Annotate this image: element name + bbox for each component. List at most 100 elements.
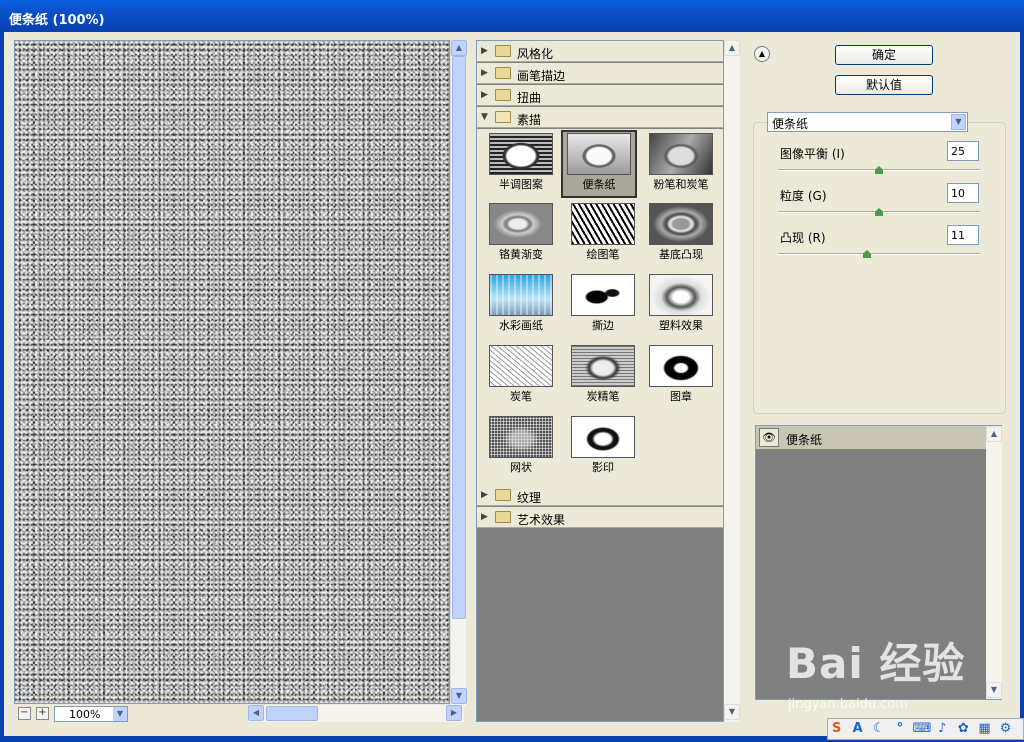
filter-select[interactable]: 便条纸 ▼ [767,112,968,132]
folder-artistic[interactable]: ▶ 艺术效果 [477,507,723,528]
halftone-pattern-thumb [489,133,553,175]
water-paper-thumb [489,274,553,316]
param-shortcut: (R) [807,231,826,245]
filter-thumb-label: 网状 [510,461,532,474]
folder-brush-strokes[interactable]: ▶ 画笔描边 [477,63,723,84]
scroll-thumb[interactable] [266,706,318,721]
zoom-in-button[interactable]: + [36,707,49,720]
image-balance-input[interactable]: 25 [947,141,979,161]
eye-icon[interactable]: 👁 [759,428,779,447]
photocopy-thumb [571,416,635,458]
relief-slider[interactable] [778,250,980,258]
default-button[interactable]: 默认值 [835,75,933,95]
filter-thumb-reticulation[interactable]: 网状 [483,413,559,481]
filter-thumb-label: 基底凸现 [659,248,703,261]
filter-thumb-halftone-pattern[interactable]: 半调图案 [483,130,559,198]
folder-icon [495,67,511,79]
window-frame-left [0,32,4,742]
folder-icon [495,45,511,57]
open-folder-icon [495,111,511,123]
moon-icon[interactable]: ☾ [870,719,887,739]
graininess-slider[interactable] [778,208,980,216]
param-label: 凸现 [780,231,805,245]
folder-icon [495,489,511,501]
scroll-right-button[interactable]: ▶ [446,705,462,721]
image-balance-slider[interactable] [778,166,980,174]
filter-thumb-label: 图章 [670,390,692,403]
filter-thumb-chalk-charcoal[interactable]: 粉笔和炭笔 [643,130,719,198]
filter-thumb-label: 铬黄渐变 [499,248,543,261]
folder-icon [495,511,511,523]
param-relief-label: 凸现 (R) [780,229,826,246]
chevron-down-icon[interactable]: ▼ [951,114,966,130]
watermark-url: jingyan.baidu.com [788,697,908,712]
toolbox-icon[interactable]: ▦ [976,719,993,739]
folder-label: 画笔描边 [517,69,566,83]
scroll-left-button[interactable]: ◀ [248,705,264,721]
filter-thumb-conte-crayon[interactable]: 炭精笔 [565,342,641,410]
scroll-up-button[interactable]: ▲ [986,426,1002,442]
filter-thumb-bas-relief[interactable]: 基底凸现 [643,200,719,268]
filter-thumb-stamp[interactable]: 图章 [643,342,719,410]
folder-label: 素描 [517,113,542,127]
ok-button[interactable]: 确定 [835,45,933,65]
skin-icon[interactable]: ✿ [955,719,972,739]
input-mode-icon[interactable]: A [849,719,866,739]
settings-icon[interactable]: ⚙ [997,719,1014,739]
filter-thumb-chrome[interactable]: 铬黄渐变 [483,200,559,268]
folder-distort[interactable]: ▶ 扭曲 [477,85,723,106]
preview-vertical-scrollbar[interactable]: ▲ ▼ [450,40,467,706]
sogou-logo-icon[interactable]: S [828,719,845,739]
scroll-down-button[interactable]: ▼ [986,682,1002,698]
folder-icon [495,89,511,101]
filter-thumb-label: 撕边 [592,319,614,332]
filter-thumb-photocopy[interactable]: 影印 [565,413,641,481]
voice-icon[interactable]: ♪ [934,719,951,739]
graininess-input[interactable]: 10 [947,183,979,203]
expand-arrow-icon: ▶ [481,490,488,500]
filter-thumb-water-paper[interactable]: 水彩画纸 [483,271,559,339]
folder-texture[interactable]: ▶ 纹理 [477,485,723,506]
punctuation-icon[interactable]: ° [891,719,908,739]
filter-thumb-note-paper[interactable]: 便条纸 [561,130,637,198]
filter-thumb-label: 便条纸 [582,178,616,191]
chevron-down-icon[interactable]: ▼ [113,707,127,721]
scroll-down-button[interactable]: ▼ [724,704,740,720]
effect-layer-row[interactable]: 👁 便条纸 [756,426,986,450]
window-title-bar[interactable]: 便条纸 (100%) [0,0,1024,32]
filter-preview-canvas[interactable] [14,40,450,704]
zoom-out-button[interactable]: − [18,707,31,720]
scroll-up-button[interactable]: ▲ [451,40,467,56]
keyboard-icon[interactable]: ⌨ [913,719,932,739]
collapse-gallery-button[interactable]: ▲ [754,46,770,62]
folder-label: 纹理 [517,491,542,505]
filter-thumb-label: 塑料效果 [659,319,703,332]
filter-thumb-torn-edges[interactable]: 撕边 [565,271,641,339]
filter-thumb-label: 影印 [592,461,614,474]
scroll-up-button[interactable]: ▲ [724,40,740,56]
folder-stylize[interactable]: ▶ 风格化 [477,41,723,62]
param-graininess-label: 粒度 (G) [780,187,827,204]
filter-thumb-plaster[interactable]: 塑料效果 [643,271,719,339]
chrome-thumb [489,203,553,245]
filter-thumb-charcoal[interactable]: 炭笔 [483,342,559,410]
zoom-select[interactable]: 100% ▼ [54,706,128,722]
layers-vertical-scrollbar[interactable]: ▲ ▼ [986,426,1002,699]
param-image-balance-label: 图像平衡 (I) [780,145,845,162]
preview-horizontal-scrollbar[interactable]: ◀ ▶ [248,705,464,722]
folder-label: 扭曲 [517,91,542,105]
baidu-watermark: Bai 经验 [786,630,965,691]
expand-arrow-icon: ▶ [481,46,488,56]
scroll-thumb[interactable] [452,56,466,619]
expand-arrow-icon: ▶ [481,90,488,100]
folder-sketch[interactable]: ▼ 素描 [477,107,723,128]
ime-toolbar[interactable]: S A ☾ ° ⌨ ♪ ✿ ▦ ⚙ [827,718,1024,740]
scroll-down-button[interactable]: ▼ [451,688,467,704]
window-frame-right [1020,32,1024,742]
browser-vertical-scrollbar[interactable]: ▲ ▼ [724,40,740,722]
relief-input[interactable]: 11 [947,225,979,245]
param-label: 图像平衡 [780,147,829,161]
expand-arrow-icon: ▶ [481,512,488,522]
filter-thumb-graphic-pen[interactable]: 绘图笔 [565,200,641,268]
sketch-filter-thumbnails: 半调图案 便条纸 粉笔和炭笔 铬黄渐变 绘图笔 基底凸现 水彩画纸 撕边 塑料效… [477,129,723,486]
